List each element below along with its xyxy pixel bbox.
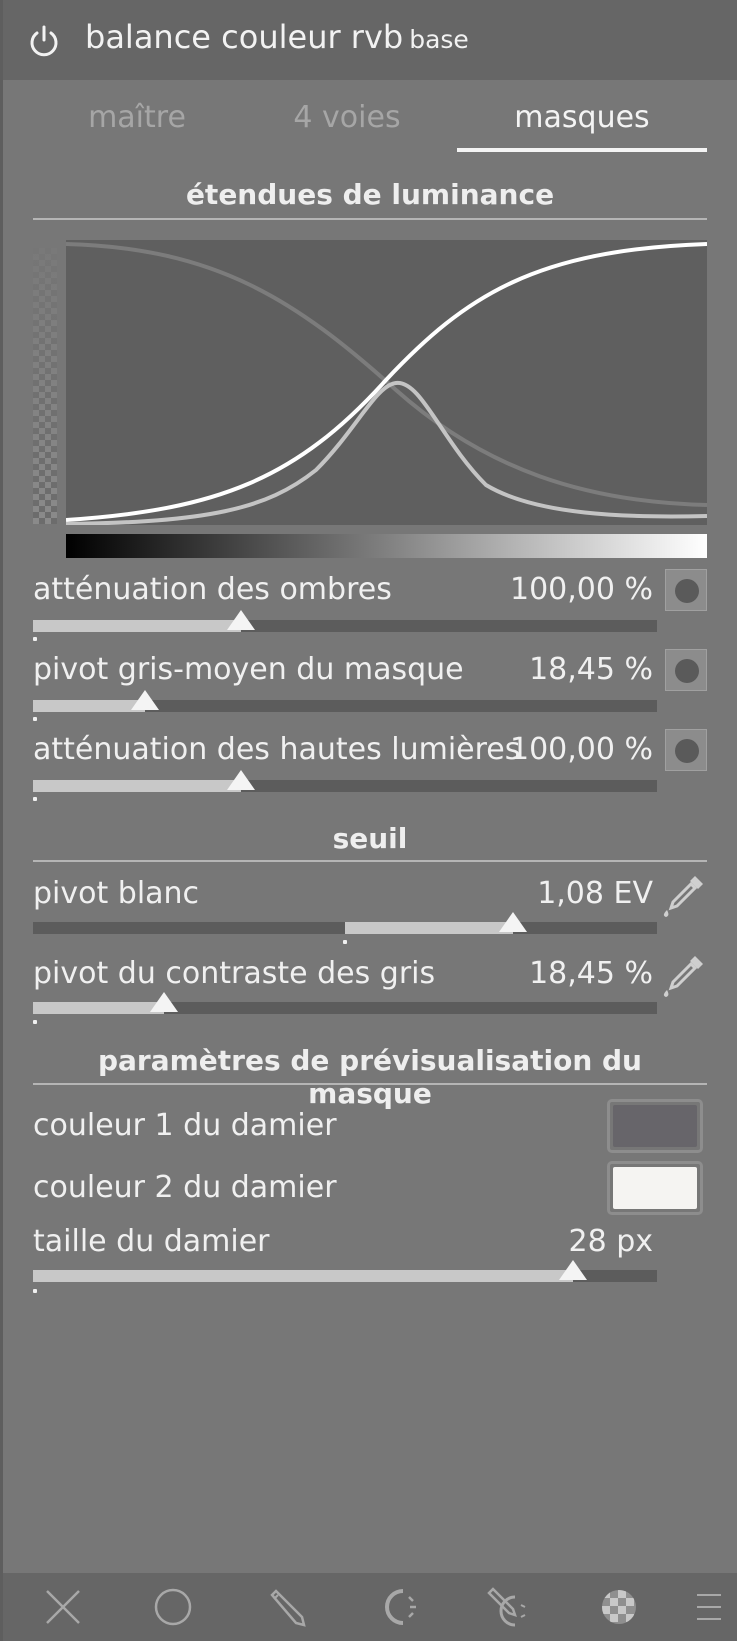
- power-icon[interactable]: [27, 24, 61, 58]
- label-checker-color-1: couleur 1 du damier: [33, 1108, 337, 1143]
- color-picker-icon[interactable]: [661, 872, 707, 918]
- section-mask-preview-settings: paramètres de prévisualisation du masque: [97, 1044, 642, 1110]
- slider-tick: [33, 637, 37, 641]
- module-panel: balance couleur rvb base maître 4 voies m…: [0, 0, 737, 1641]
- slider-fill: [33, 700, 146, 712]
- slider-tick: [33, 797, 37, 801]
- swatch-color: [613, 1105, 697, 1147]
- slider-value-mask-grey-pivot[interactable]: 18,45 %: [529, 652, 653, 687]
- slider-thumb[interactable]: [499, 912, 528, 932]
- slider-fill: [33, 1270, 573, 1282]
- slider-label-highlights-attenuation: atténuation des hautes lumières: [33, 732, 521, 767]
- slider-tick: [33, 1020, 37, 1024]
- checker-color-2-swatch[interactable]: [607, 1161, 703, 1215]
- slider-value-checker-size[interactable]: 28 px: [568, 1224, 653, 1259]
- slider-mask-grey-pivot[interactable]: [33, 690, 657, 712]
- checkerboard-strip: [33, 248, 57, 524]
- active-tab-indicator: [457, 148, 707, 152]
- slider-thumb[interactable]: [558, 1260, 587, 1280]
- parametric-mask-icon[interactable]: [379, 1587, 419, 1627]
- slider-fill: [33, 780, 241, 792]
- mask-toolbar: [3, 1573, 737, 1641]
- drawn-parametric-mask-icon[interactable]: [487, 1587, 527, 1627]
- slider-label-mask-grey-pivot: pivot gris-moyen du masque: [33, 652, 464, 687]
- section-divider: [33, 860, 707, 862]
- slider-value-highlights-attenuation[interactable]: 100,00 %: [510, 732, 653, 767]
- module-instance: base: [409, 25, 469, 54]
- slider-highlights-attenuation[interactable]: [33, 770, 657, 792]
- menu-icon[interactable]: [693, 1587, 733, 1627]
- grey-pivot-mask-toggle[interactable]: [665, 649, 707, 691]
- section-threshold: seuil: [332, 822, 408, 855]
- slider-value-grey-contrast-pivot[interactable]: 18,45 %: [529, 956, 653, 991]
- slider-thumb[interactable]: [131, 690, 160, 710]
- slider-tick: [343, 940, 347, 944]
- slider-label-shadows-attenuation: atténuation des ombres: [33, 572, 392, 607]
- tab-4-ways[interactable]: 4 voies: [267, 100, 427, 135]
- section-divider: [33, 1083, 707, 1085]
- section-luminance-ranges: étendues de luminance: [185, 178, 555, 211]
- circle-mask-icon[interactable]: [153, 1587, 193, 1627]
- slider-tick: [33, 717, 37, 721]
- luminance-gradient-bar: [66, 534, 707, 558]
- slider-checker-size[interactable]: [33, 1260, 657, 1282]
- module-title: balance couleur rvb base: [85, 18, 469, 56]
- luminance-ranges-graph[interactable]: [66, 240, 707, 525]
- module-name: balance couleur rvb: [85, 18, 404, 56]
- slider-grey-contrast-pivot[interactable]: [33, 992, 657, 1014]
- mask-dot-icon: [675, 579, 699, 603]
- slider-fill: [345, 922, 514, 934]
- slider-thumb[interactable]: [226, 770, 255, 790]
- tab-master[interactable]: maître: [57, 100, 217, 135]
- slider-label-grey-contrast-pivot: pivot du contraste des gris: [33, 956, 436, 991]
- close-icon[interactable]: [43, 1587, 83, 1627]
- slider-thumb[interactable]: [150, 992, 179, 1012]
- raster-mask-icon[interactable]: [599, 1587, 639, 1627]
- section-divider: [33, 218, 707, 220]
- color-picker-icon[interactable]: [661, 952, 707, 998]
- slider-shadows-attenuation[interactable]: [33, 610, 657, 632]
- drawn-mask-icon[interactable]: [266, 1587, 306, 1627]
- slider-thumb[interactable]: [226, 610, 255, 630]
- slider-label-checker-size: taille du damier: [33, 1224, 270, 1259]
- label-checker-color-2: couleur 2 du damier: [33, 1170, 337, 1205]
- slider-fill: [33, 1002, 165, 1014]
- slider-value-shadows-attenuation[interactable]: 100,00 %: [510, 572, 653, 607]
- shadows-mask-toggle[interactable]: [665, 569, 707, 611]
- swatch-color: [613, 1167, 697, 1209]
- slider-label-white-pivot: pivot blanc: [33, 876, 200, 911]
- mask-dot-icon: [675, 739, 699, 763]
- mask-dot-icon: [675, 659, 699, 683]
- slider-value-white-pivot[interactable]: 1,08 EV: [537, 876, 653, 911]
- slider-white-pivot[interactable]: [33, 912, 657, 934]
- slider-fill: [33, 620, 241, 632]
- checker-color-1-swatch[interactable]: [607, 1099, 703, 1153]
- tab-masks[interactable]: masques: [457, 100, 707, 135]
- slider-tick: [33, 1289, 37, 1293]
- highlights-mask-toggle[interactable]: [665, 729, 707, 771]
- module-header[interactable]: balance couleur rvb base: [3, 0, 737, 80]
